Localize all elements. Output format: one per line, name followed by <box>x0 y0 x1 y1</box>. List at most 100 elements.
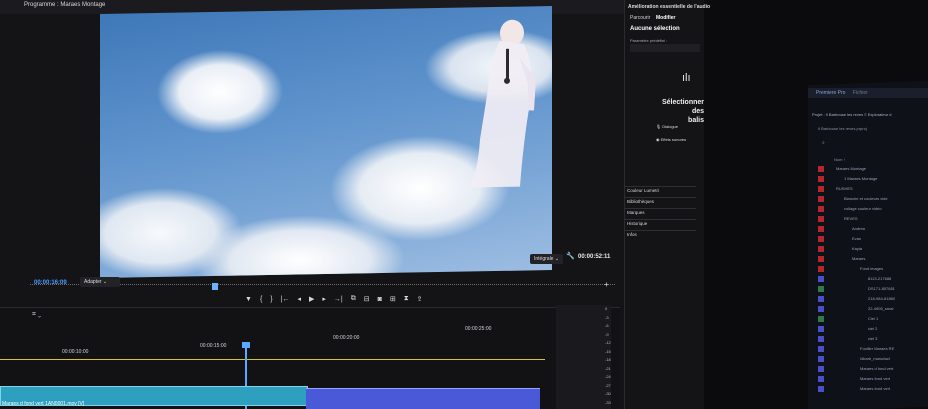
list-item[interactable]: 8113-217688 <box>818 276 928 285</box>
label-color-chip[interactable] <box>818 366 824 372</box>
duration-timecode: 00:00:52:11 <box>578 254 611 260</box>
list-item-label: Maraes d fond vert <box>860 366 894 372</box>
label-color-chip[interactable] <box>818 236 824 242</box>
list-item[interactable]: REVES <box>818 216 928 225</box>
panel-item-markers[interactable]: Marques <box>627 210 645 215</box>
video-clip[interactable] <box>306 388 540 409</box>
panel-item-info[interactable]: Infos <box>627 232 637 237</box>
label-color-chip[interactable] <box>818 286 824 292</box>
wrench-icon[interactable]: 🔧 <box>566 252 575 260</box>
list-item[interactable]: Maraes d fond vert <box>818 366 928 375</box>
label-color-chip[interactable] <box>818 336 824 342</box>
label-color-chip[interactable] <box>818 316 824 322</box>
project-tab[interactable]: Projet : Il Barbouse les reves ≡ Explora… <box>812 112 928 120</box>
list-item[interactable]: Maraes <box>818 256 928 265</box>
label-color-chip[interactable] <box>818 346 824 352</box>
timeline-playhead-handle[interactable] <box>242 342 250 348</box>
list-item[interactable]: Evan <box>818 236 928 245</box>
in-point-icon[interactable]: { <box>260 296 262 303</box>
go-to-in-icon[interactable]: |← <box>281 296 290 303</box>
list-item[interactable]: DS171-857681 <box>818 286 928 295</box>
label-color-chip[interactable] <box>818 176 824 182</box>
list-item-label: Fouiller Maraes RE <box>860 346 895 352</box>
search-icon[interactable]: ⌕ <box>822 140 825 146</box>
preset-dropdown[interactable] <box>630 44 700 52</box>
quality-value: Intégrale <box>534 256 554 262</box>
app-menubar: Premiere Pro Fichier <box>808 88 928 98</box>
label-color-chip[interactable] <box>818 246 824 252</box>
fit-dropdown[interactable]: Adapter ⌄ <box>80 277 120 287</box>
list-item-label: Fond images <box>860 266 884 272</box>
tab-edit[interactable]: Modifier <box>656 15 675 21</box>
list-item[interactable]: Fouiller Maraes RE <box>818 346 928 355</box>
panel-item-lumetri[interactable]: Couleur Lumetri <box>627 188 659 193</box>
list-item[interactable]: Maraes fond vert <box>818 376 928 385</box>
current-timecode[interactable]: 00:00:16:09 <box>34 280 67 286</box>
list-item[interactable]: 1 Maraes Montage <box>818 176 928 185</box>
vr-icon[interactable]: ⇪ <box>417 295 423 303</box>
out-point-icon[interactable]: } <box>270 296 272 303</box>
label-color-chip[interactable] <box>818 296 824 302</box>
export-frame-icon[interactable]: ◙ <box>378 296 382 303</box>
panel-item-history[interactable]: Historique <box>627 221 647 226</box>
label-color-chip[interactable] <box>818 206 824 212</box>
audio-meter-scale: 0 -3 -6 -9 -12 -15 -18 -21 -24 -27 -30 -… <box>605 305 611 407</box>
compare-icon[interactable]: ⊞ <box>390 295 396 303</box>
effects-button[interactable]: ◉ Effets sonores <box>656 137 686 142</box>
timeline-tick-label: 00:00:25:00 <box>465 326 492 332</box>
label-color-chip[interactable] <box>818 186 824 192</box>
list-item[interactable]: ciel 3 <box>818 336 928 345</box>
list-item[interactable]: Kayla <box>818 246 928 255</box>
overwrite-icon[interactable]: ⊟ <box>364 295 370 303</box>
tab-browse[interactable]: Parcourir <box>630 15 650 21</box>
label-color-chip[interactable] <box>818 226 824 232</box>
marker-icon[interactable]: ▼ <box>245 296 252 303</box>
timeline-tools[interactable]: ⌗ ⌄ <box>32 311 41 319</box>
settings-icon[interactable]: ⧗ <box>404 295 409 303</box>
label-color-chip[interactable] <box>818 356 824 362</box>
label-color-chip[interactable] <box>818 306 824 312</box>
list-item[interactable]: 218-984-81860 <box>818 296 928 305</box>
meter-tick: -21 <box>605 365 611 371</box>
list-item[interactable]: Ciel 1 <box>818 316 928 325</box>
label-color-chip[interactable] <box>818 276 824 282</box>
list-item[interactable]: ciel 2 <box>818 326 928 335</box>
list-item[interactable]: Fond images <box>818 266 928 275</box>
monitor-playhead[interactable] <box>212 283 218 290</box>
go-to-out-icon[interactable]: →| <box>334 296 343 303</box>
divider <box>624 230 696 231</box>
list-item[interactable]: Andrea <box>818 226 928 235</box>
play-icon[interactable]: ▶ <box>309 295 314 303</box>
add-button-icon[interactable]: + <box>604 280 609 289</box>
list-item[interactable]: 22-4905_smal <box>818 306 928 315</box>
list-item[interactable]: Blanche et couleurs vide <box>818 196 928 205</box>
video-preview[interactable] <box>100 6 552 278</box>
list-item[interactable]: Maraes Montage <box>818 166 928 175</box>
label-color-chip[interactable] <box>818 196 824 202</box>
select-heading-line: Sélectionner des <box>661 99 704 115</box>
label-color-chip[interactable] <box>818 326 824 332</box>
quality-dropdown[interactable]: Intégrale ⌄ <box>530 254 564 264</box>
list-item[interactable]: i4barb_manufact <box>818 356 928 365</box>
list-item[interactable]: collage couleur vidéo <box>818 206 928 215</box>
list-item-label: Andrea <box>852 226 865 232</box>
name-column-header[interactable]: Nom ↑ <box>834 157 846 162</box>
list-item[interactable]: Maraes fond vert <box>818 386 928 395</box>
list-item-label: i4barb_manufact <box>860 356 890 362</box>
label-color-chip[interactable] <box>818 376 824 382</box>
clip-label: Maraes d fond vert 1AN0001.mov [V] <box>2 401 85 407</box>
step-forward-icon[interactable]: ▸ <box>322 295 326 303</box>
meter-tick: -33 <box>605 399 611 405</box>
dialogue-button[interactable]: 🎙 Dialogue <box>656 124 678 129</box>
preset-label: Paramètre prédéfini : <box>630 38 668 43</box>
label-color-chip[interactable] <box>818 266 824 272</box>
label-color-chip[interactable] <box>818 166 824 172</box>
menu-file[interactable]: Fichier <box>853 90 868 96</box>
label-color-chip[interactable] <box>818 256 824 262</box>
step-back-icon[interactable]: ◂ <box>297 295 301 303</box>
label-color-chip[interactable] <box>818 216 824 222</box>
label-color-chip[interactable] <box>818 386 824 392</box>
list-item[interactable]: RUSHES <box>818 186 928 195</box>
panel-item-libraries[interactable]: Bibliothèques <box>627 199 654 204</box>
insert-icon[interactable]: ⧉ <box>351 295 356 303</box>
